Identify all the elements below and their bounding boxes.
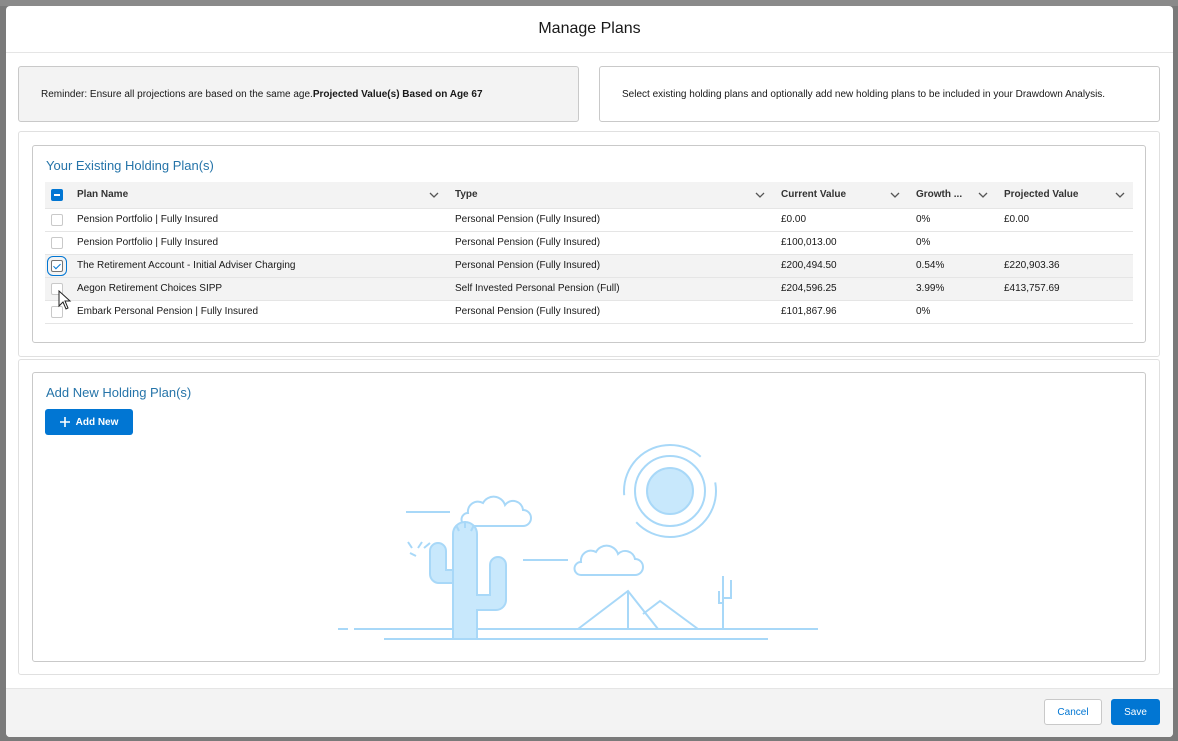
- table-row[interactable]: The Retirement Account - Initial Adviser…: [45, 254, 1133, 278]
- table-header-row: Plan Name Type Current Value Growth ... …: [45, 182, 1133, 209]
- modal-header: Manage Plans: [6, 6, 1173, 53]
- cell-plan-name: Pension Portfolio | Fully Insured: [69, 208, 447, 232]
- cell-type: Self Invested Personal Pension (Full): [447, 277, 773, 301]
- select-info-text: Select existing holding plans and option…: [622, 88, 1106, 100]
- cell-plan-name: Aegon Retirement Choices SIPP: [69, 277, 447, 301]
- cell-growth: 0%: [908, 300, 996, 324]
- cancel-button[interactable]: Cancel: [1044, 699, 1102, 725]
- chevron-down-icon[interactable]: [1115, 190, 1125, 200]
- manage-plans-modal: Manage Plans Reminder: Ensure all projec…: [6, 6, 1173, 737]
- cell-current-value: £204,596.25: [773, 277, 908, 301]
- modal-title: Manage Plans: [538, 20, 641, 37]
- table-row[interactable]: Embark Personal Pension | Fully Insured …: [45, 300, 1133, 324]
- column-header-type[interactable]: Type: [447, 182, 773, 209]
- select-all-checkbox[interactable]: [51, 188, 63, 201]
- cell-plan-name: Embark Personal Pension | Fully Insured: [69, 300, 447, 324]
- cell-type: Personal Pension (Fully Insured): [447, 300, 773, 324]
- column-header-current-value[interactable]: Current Value: [773, 182, 908, 209]
- info-row: Reminder: Ensure all projections are bas…: [18, 66, 1160, 122]
- column-header-projected-value[interactable]: Projected Value: [996, 182, 1133, 209]
- existing-plans-section: Your Existing Holding Plan(s) Plan Name …: [18, 131, 1160, 357]
- desert-illustration: [338, 444, 818, 640]
- add-new-label: Add New: [75, 416, 119, 428]
- cell-growth: 0%: [908, 231, 996, 255]
- table-row[interactable]: Pension Portfolio | Fully Insured Person…: [45, 231, 1133, 255]
- plus-icon: [59, 417, 70, 427]
- save-button[interactable]: Save: [1111, 699, 1160, 725]
- cell-growth: 0%: [908, 208, 996, 232]
- cell-projected-value: £0.00: [996, 208, 1133, 232]
- cell-type: Personal Pension (Fully Insured): [447, 208, 773, 232]
- existing-plans-table: Plan Name Type Current Value Growth ... …: [45, 182, 1133, 324]
- chevron-down-icon[interactable]: [890, 190, 900, 200]
- select-all-header: [45, 182, 69, 209]
- add-new-title: Add New Holding Plan(s): [46, 385, 192, 400]
- row-checkbox[interactable]: [51, 213, 63, 226]
- cell-growth: 0.54%: [908, 254, 996, 278]
- cell-projected-value: [996, 300, 1133, 324]
- add-new-card: Add New Holding Plan(s) Add New: [32, 372, 1146, 662]
- existing-plans-title: Your Existing Holding Plan(s): [46, 158, 214, 173]
- cell-plan-name: The Retirement Account - Initial Adviser…: [69, 254, 447, 278]
- cell-type: Personal Pension (Fully Insured): [447, 231, 773, 255]
- reminder-bold-text: Projected Value(s) Based on Age 67: [312, 88, 483, 100]
- cell-current-value: £100,013.00: [773, 231, 908, 255]
- modal-footer: Cancel Save: [6, 688, 1173, 737]
- row-checkbox[interactable]: [47, 255, 67, 276]
- add-new-button[interactable]: Add New: [45, 409, 133, 435]
- reminder-text: Reminder: Ensure all projections are bas…: [41, 88, 313, 100]
- chevron-down-icon[interactable]: [755, 190, 765, 200]
- cell-type: Personal Pension (Fully Insured): [447, 254, 773, 278]
- add-new-section: Add New Holding Plan(s) Add New: [18, 359, 1160, 675]
- table-row[interactable]: Pension Portfolio | Fully Insured Person…: [45, 208, 1133, 232]
- cell-projected-value: [996, 231, 1133, 255]
- existing-plans-card: Your Existing Holding Plan(s) Plan Name …: [32, 145, 1146, 343]
- cell-plan-name: Pension Portfolio | Fully Insured: [69, 231, 447, 255]
- column-header-plan-name[interactable]: Plan Name: [69, 182, 447, 209]
- mouse-cursor-icon: [58, 290, 72, 310]
- reminder-box: Reminder: Ensure all projections are bas…: [18, 66, 579, 122]
- table-row[interactable]: Aegon Retirement Choices SIPP Self Inves…: [45, 277, 1133, 301]
- chevron-down-icon[interactable]: [429, 190, 439, 200]
- cell-current-value: £200,494.50: [773, 254, 908, 278]
- cell-projected-value: £220,903.36: [996, 254, 1133, 278]
- cell-growth: 3.99%: [908, 277, 996, 301]
- chevron-down-icon[interactable]: [978, 190, 988, 200]
- cell-current-value: £0.00: [773, 208, 908, 232]
- column-header-growth[interactable]: Growth ...: [908, 182, 996, 209]
- select-info-box: Select existing holding plans and option…: [599, 66, 1160, 122]
- cell-current-value: £101,867.96: [773, 300, 908, 324]
- row-checkbox[interactable]: [51, 236, 63, 249]
- cell-projected-value: £413,757.69: [996, 277, 1133, 301]
